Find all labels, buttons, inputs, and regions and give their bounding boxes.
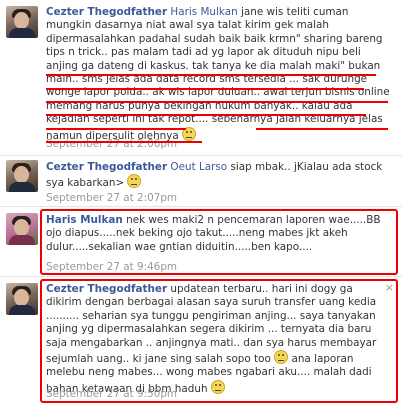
- highlight-underline: [46, 128, 186, 130]
- highlight-underline: [46, 88, 364, 90]
- mention-link[interactable]: Haris Mulkan: [170, 6, 237, 18]
- highlight-underline: [256, 128, 388, 130]
- avatar[interactable]: [6, 6, 38, 38]
- comment-text: Cezter Thegodfather Oeut Larso siap mbak…: [46, 161, 394, 191]
- comment-timestamp[interactable]: September 27 at 2:06pm: [46, 138, 177, 150]
- avatar[interactable]: [6, 283, 38, 315]
- highlight-underline: [46, 141, 202, 143]
- highlight-underline: [46, 101, 388, 103]
- author-link[interactable]: Cezter Thegodfather: [46, 161, 167, 173]
- avatar[interactable]: [6, 213, 38, 245]
- smiley-icon: [127, 174, 142, 189]
- highlight-underline: [46, 114, 366, 116]
- highlight-box: [40, 279, 398, 403]
- comment-timestamp[interactable]: September 27 at 2:07pm: [46, 192, 177, 204]
- highlight-box: [40, 209, 398, 275]
- author-link[interactable]: Cezter Thegodfather: [46, 6, 167, 18]
- highlight-underline: [46, 74, 376, 76]
- comment-item: Cezter Thegodfather Oeut Larso siap mbak…: [0, 156, 402, 206]
- avatar[interactable]: [6, 160, 38, 192]
- mention-link[interactable]: Oeut Larso: [170, 161, 227, 173]
